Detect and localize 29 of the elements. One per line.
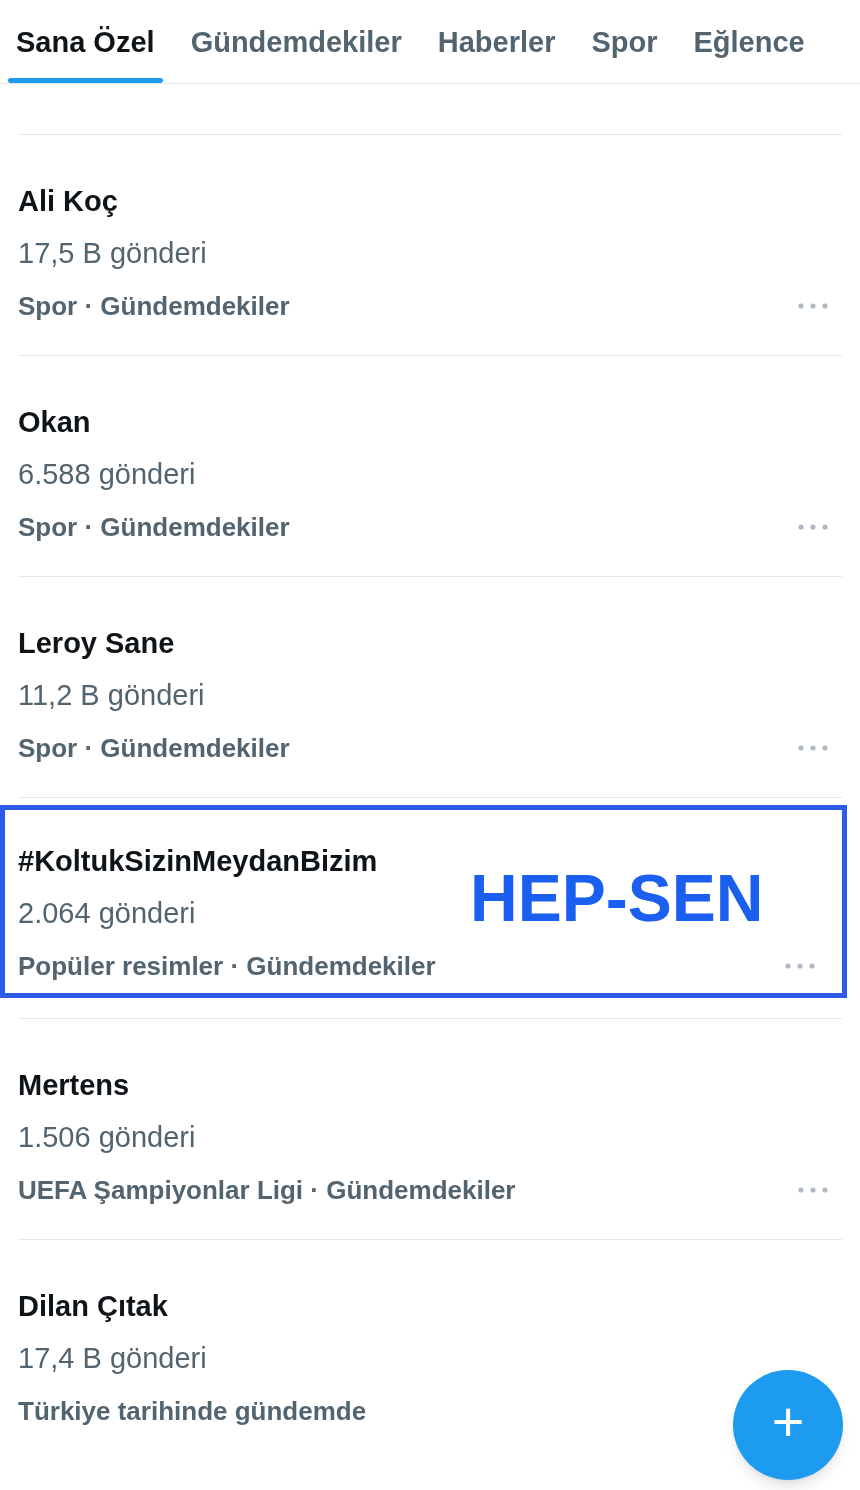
trend-category: UEFA Şampiyonlar Ligi · Gündemdekiler bbox=[18, 1174, 516, 1207]
trend-title[interactable]: Mertens bbox=[18, 1031, 130, 1111]
trend-title[interactable]: Okan bbox=[18, 368, 91, 448]
tab[interactable]: Spor bbox=[591, 20, 658, 65]
more-icon[interactable] bbox=[785, 963, 815, 969]
post-count: 2.064 gönderi bbox=[18, 896, 196, 931]
annotation-text: HEP-SEN bbox=[470, 865, 764, 931]
post-count: 6.588 gönderi bbox=[18, 457, 196, 492]
post-count: 11,2 B gönderi bbox=[18, 678, 205, 713]
trend-category: Spor · Gündemdekiler bbox=[18, 732, 290, 765]
tab[interactable]: Sana Özel bbox=[16, 20, 155, 65]
post-count: 17,4 B gönderi bbox=[18, 1341, 207, 1376]
tab[interactable]: Haberler bbox=[437, 20, 556, 65]
trend-title[interactable]: Leroy Sane bbox=[18, 589, 175, 669]
trend-title[interactable]: #KoltukSizinMeydanBizim bbox=[18, 810, 378, 887]
more-icon[interactable] bbox=[798, 745, 828, 751]
more-icon[interactable] bbox=[798, 1187, 828, 1193]
trend-category: Türkiye tarihinde gündemde bbox=[18, 1395, 367, 1428]
trend-title[interactable]: Dilan Çıtak bbox=[18, 1252, 168, 1332]
trend-category: Popüler resimler · Gündemdekiler bbox=[18, 950, 436, 983]
post-count: 1.506 gönderi bbox=[18, 1120, 196, 1155]
tab[interactable]: Eğlence bbox=[693, 20, 805, 65]
trend-title[interactable]: Ali Koç bbox=[18, 147, 118, 227]
post-count: 17,5 B gönderi bbox=[18, 236, 207, 271]
more-icon[interactable] bbox=[798, 303, 828, 309]
trend-category: Spor · Gündemdekiler bbox=[18, 290, 290, 323]
tab[interactable]: Gündemdekiler bbox=[190, 20, 402, 65]
more-icon[interactable] bbox=[798, 524, 828, 530]
trend-category: Spor · Gündemdekiler bbox=[18, 511, 290, 544]
